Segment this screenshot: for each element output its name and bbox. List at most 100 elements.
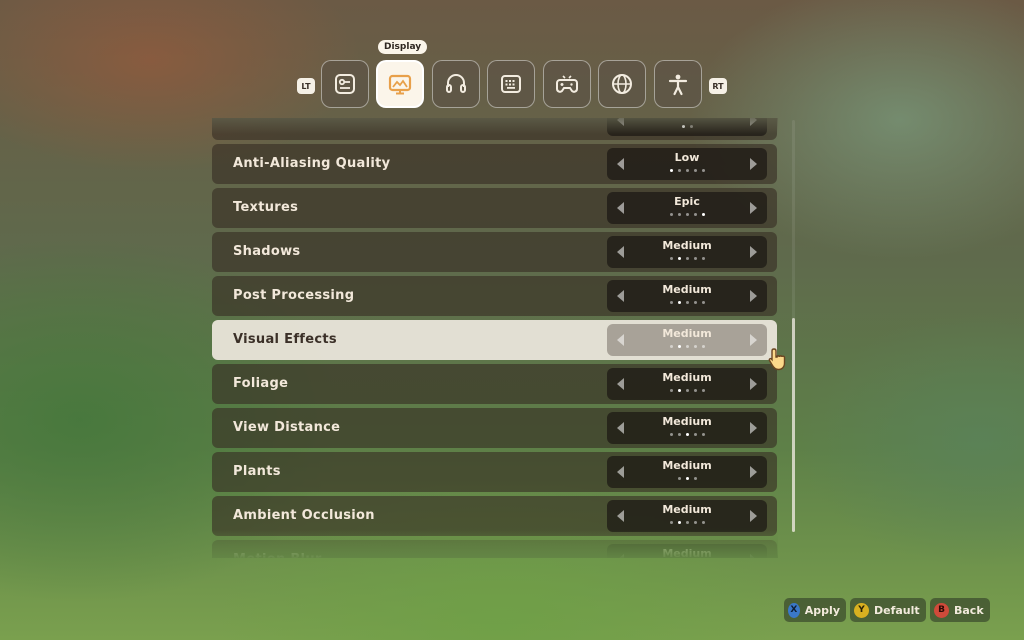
setting-value-selector[interactable]: Epic — [607, 192, 767, 224]
setting-row[interactable]: Anti-Aliasing Quality Low — [212, 144, 777, 184]
setting-value: Medium — [662, 459, 712, 472]
setting-row[interactable] — [212, 118, 777, 140]
setting-value-selector[interactable]: Medium — [607, 544, 767, 558]
level-dot — [669, 169, 673, 172]
settings-tab-bar: LT RT — [297, 60, 729, 110]
level-dot — [701, 257, 705, 260]
tab-controller[interactable] — [543, 60, 591, 108]
setting-row[interactable]: View Distance Medium — [212, 408, 777, 448]
general-settings-icon — [335, 74, 355, 94]
level-indicator — [607, 125, 767, 128]
level-indicator — [607, 213, 767, 216]
level-indicator — [607, 301, 767, 304]
setting-value: Medium — [662, 503, 712, 516]
setting-value: Medium — [662, 371, 712, 384]
right-arrow-icon[interactable] — [750, 158, 757, 170]
setting-row[interactable]: Textures Epic — [212, 188, 777, 228]
accessibility-person-icon — [668, 74, 688, 96]
apply-button[interactable]: X Apply — [784, 598, 846, 622]
level-dot — [669, 389, 673, 392]
level-dot — [669, 345, 673, 348]
right-arrow-icon[interactable] — [750, 202, 757, 214]
setting-value-selector[interactable]: Medium — [607, 324, 767, 356]
level-dot — [701, 169, 705, 172]
level-dot — [685, 213, 689, 216]
tab-language[interactable] — [598, 60, 646, 108]
back-label: Back — [954, 603, 984, 617]
setting-value-selector[interactable]: Medium — [607, 500, 767, 532]
level-dot — [685, 345, 689, 348]
level-dot — [685, 301, 689, 304]
right-arrow-icon[interactable] — [750, 422, 757, 434]
default-button[interactable]: Y Default — [850, 598, 926, 622]
level-dot — [701, 301, 705, 304]
level-dot — [701, 433, 705, 436]
rt-bumper-hint: RT — [709, 78, 727, 94]
gamepad-icon — [556, 75, 578, 93]
level-indicator — [607, 345, 767, 348]
back-button[interactable]: B Back — [930, 598, 990, 622]
level-dot — [685, 169, 689, 172]
setting-value-selector[interactable]: Medium — [607, 236, 767, 268]
setting-row[interactable]: Shadows Medium — [212, 232, 777, 272]
level-dot — [677, 389, 681, 392]
level-dot — [677, 477, 681, 480]
right-arrow-icon[interactable] — [750, 466, 757, 478]
setting-value: Medium — [662, 283, 712, 296]
level-dot — [685, 477, 689, 480]
hand-pointer-cursor-icon — [768, 348, 786, 371]
setting-value-selector[interactable]: Medium — [607, 412, 767, 444]
setting-row[interactable]: Ambient Occlusion Medium — [212, 496, 777, 536]
setting-value-selector[interactable]: Medium — [607, 280, 767, 312]
level-dot — [689, 125, 693, 128]
level-dot — [685, 433, 689, 436]
level-dot — [693, 169, 697, 172]
setting-row[interactable]: Motion Blur Medium — [212, 540, 777, 558]
setting-row[interactable]: Plants Medium — [212, 452, 777, 492]
setting-label: Anti-Aliasing Quality — [233, 156, 391, 171]
tab-audio[interactable] — [432, 60, 480, 108]
setting-value-selector[interactable]: Low — [607, 148, 767, 180]
level-dot — [677, 213, 681, 216]
level-dot — [681, 125, 685, 128]
level-indicator — [607, 433, 767, 436]
level-dot — [701, 521, 705, 524]
setting-row[interactable]: Post Processing Medium — [212, 276, 777, 316]
right-arrow-icon[interactable] — [750, 118, 757, 126]
setting-label: View Distance — [233, 420, 341, 435]
right-arrow-icon[interactable] — [750, 510, 757, 522]
scrollbar-thumb[interactable] — [792, 318, 795, 532]
level-indicator — [607, 521, 767, 524]
level-dot — [677, 257, 681, 260]
right-arrow-icon[interactable] — [750, 246, 757, 258]
right-arrow-icon[interactable] — [750, 290, 757, 302]
tab-display[interactable] — [376, 60, 424, 108]
level-dot — [685, 389, 689, 392]
setting-row[interactable]: Visual Effects Medium — [212, 320, 777, 360]
level-indicator — [607, 257, 767, 260]
headphones-audio-icon — [446, 74, 466, 93]
level-dot — [677, 301, 681, 304]
level-dot — [669, 433, 673, 436]
right-arrow-icon[interactable] — [750, 554, 757, 558]
setting-label: Ambient Occlusion — [233, 508, 375, 523]
level-dot — [693, 433, 697, 436]
setting-row[interactable]: Foliage Medium — [212, 364, 777, 404]
active-tab-tooltip: Display — [378, 40, 428, 54]
display-monitor-icon — [388, 74, 412, 95]
setting-label: Textures — [233, 200, 299, 215]
setting-label: Shadows — [233, 244, 301, 259]
setting-value-selector[interactable]: Medium — [607, 368, 767, 400]
setting-value-selector[interactable] — [607, 118, 767, 136]
tab-accessibility[interactable] — [654, 60, 702, 108]
tab-keyboard[interactable] — [487, 60, 535, 108]
level-dot — [677, 169, 681, 172]
level-dot — [677, 433, 681, 436]
level-dot — [701, 389, 705, 392]
tab-general[interactable] — [321, 60, 369, 108]
level-indicator — [607, 477, 767, 480]
setting-value-selector[interactable]: Medium — [607, 456, 767, 488]
level-dot — [677, 521, 681, 524]
right-arrow-icon[interactable] — [750, 334, 757, 346]
right-arrow-icon[interactable] — [750, 378, 757, 390]
